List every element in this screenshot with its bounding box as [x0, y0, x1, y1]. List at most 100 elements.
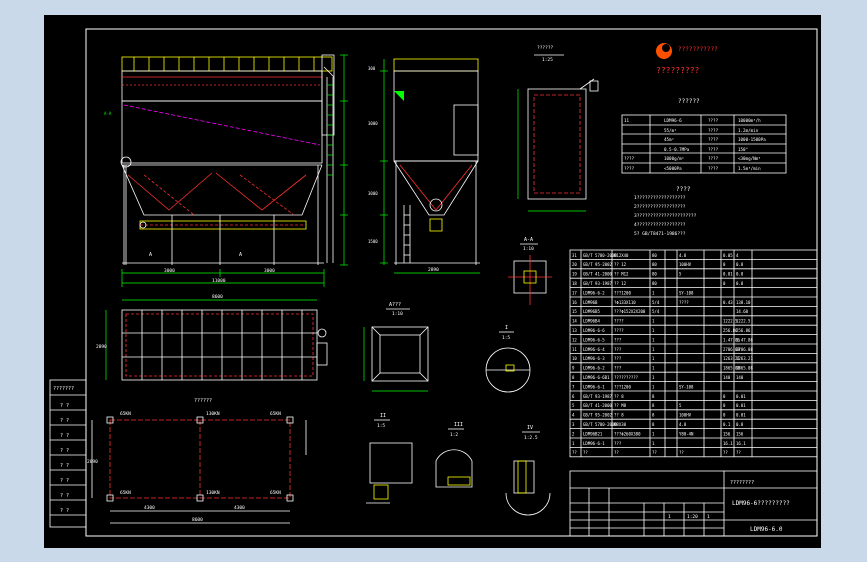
parts-cell: 0.1 [723, 422, 731, 427]
parts-cell: ?? [614, 450, 619, 455]
parts-cell: 20 [572, 262, 577, 267]
dim-total-width: 11000 [212, 278, 226, 284]
parts-cell: 1 [652, 366, 655, 371]
detail-label: A??? [389, 302, 401, 308]
detail-scale: 1:10 [392, 311, 403, 317]
logo-block: ??????????? ????????? [656, 43, 718, 75]
parts-cell: 80 [652, 253, 657, 258]
note-line: 2?????????????????? [634, 204, 686, 210]
parts-cell: ???Φ260X380 [614, 431, 641, 436]
parts-cell: 0.01 [736, 403, 746, 408]
spec-table: ?????? 11 LDM96-6 ???? 10000m³/h 55/m² ?… [621, 98, 787, 174]
dim-height: 3000 [368, 121, 378, 126]
load-dim: 2890 [87, 459, 98, 465]
detail-iv-view: IV 1:2.5 [505, 425, 551, 516]
parts-cell: ??? [614, 356, 622, 361]
parts-cell: ?? 8 [614, 394, 624, 399]
detail-a-view: A??? 1:10 [363, 302, 429, 392]
spec-cell: ???? [708, 166, 719, 171]
parts-list-table: 31 GB/T 5780-2000M12X40 80 4.8 0.05 420 GB/T 9… [569, 249, 818, 458]
detail-top-view: ?????? 1:25 [517, 45, 599, 212]
note-line: 3?????????????????????? [634, 213, 697, 219]
parts-cell: 0.01 [736, 413, 746, 418]
parts-cell: ??? [614, 337, 622, 342]
inner-border [85, 28, 818, 537]
notes-block: ???? 1?????????????????? 2??????????????… [634, 186, 697, 237]
spec-cell: ???? [708, 156, 719, 161]
parts-cell: ?Φ133X110 [614, 300, 636, 305]
parts-cell: 1 [652, 375, 655, 380]
parts-cell: 156 [723, 431, 731, 436]
parts-cell: 0.8 [736, 281, 744, 286]
parts-cell: 8 [652, 422, 655, 427]
parts-cell: SY-108 [679, 290, 694, 295]
parts-cell: 4.8 [679, 253, 687, 258]
parts-cell: LDM96B4 [583, 319, 600, 324]
parts-cell: 4 [736, 253, 739, 258]
parts-cell: LDM96-6-4 [583, 347, 605, 352]
spec-cell: 1000-1500Pa [738, 137, 766, 142]
parts-cell: 16.1 [736, 441, 746, 446]
parts-cell: 19 [572, 272, 577, 277]
parts-cell: 16 [572, 300, 577, 305]
load-plan-view: ?????? 65KN 130KN 65KN 65KN 130KN 65KN 4… [87, 398, 307, 524]
drawing-count: 1 [668, 514, 671, 520]
spec-cell: 10000m³/h [738, 118, 761, 123]
parts-cell: 10 [572, 356, 577, 361]
parts-cell: LDM96B5 [583, 309, 600, 314]
parts-cell: 17 [572, 290, 577, 295]
parts-cell: 156 [736, 431, 744, 436]
parts-cell: 5 [572, 403, 575, 408]
dim-height: 300 [368, 66, 376, 71]
cad-drawing: ??????? ? ? ? ? ? ? ? ? ? ? ? ? ? ? ? ? [49, 28, 818, 537]
parts-cell: ?? [679, 450, 684, 455]
load-value: 65KN [270, 490, 281, 496]
parts-cell: 4 [572, 413, 575, 418]
load-value: 65KN [120, 411, 131, 417]
parts-cell: 80 [652, 281, 657, 286]
plan-depth-dim: 2890 [96, 344, 107, 350]
parts-cell: M8X30 [614, 422, 627, 427]
parts-cell: SY-108 [679, 384, 694, 389]
parts-cell: M12X40 [614, 253, 629, 258]
parts-cell: ?? [572, 450, 577, 455]
parts-cell: ???1200 [614, 290, 631, 295]
parts-cell: 0.01 [736, 394, 746, 399]
detail-label: I [505, 325, 508, 331]
parts-cell: 0.8 [736, 422, 744, 427]
parts-cell: GB/T 95-2002 [583, 262, 612, 267]
note-line: 1?????????????????? [634, 195, 686, 201]
parts-cell: 1 [652, 319, 655, 324]
parts-cell: 0.8 [736, 262, 744, 267]
parts-cell: 1 [652, 441, 655, 446]
margin-label: ? ? [60, 433, 69, 439]
left-margin-stamp: ??????? ? ? ? ? ? ? ? ? ? ? ? ? ? ? ? ? [49, 379, 87, 528]
spec-cell: 55/m² [664, 128, 677, 133]
parts-cell: 1 [652, 431, 655, 436]
parts-cell: 0.43 [723, 300, 733, 305]
parts-cell: 8 [652, 413, 655, 418]
note-line: 5? GB/T8471-1986??? [634, 231, 686, 237]
plan-view: 8600 2890 [96, 294, 328, 381]
parts-cell: 7 [572, 384, 575, 389]
parts-cell: ?? [736, 450, 741, 455]
parts-cell: 15 [572, 309, 577, 314]
parts-cell: GB/T 41-2000 [583, 403, 612, 408]
parts-cell: LDM96B21 [583, 431, 603, 436]
parts-cell: LDM96-6-5 [583, 337, 605, 342]
parts-cell: 1 [652, 290, 655, 295]
parts-cell: 5 [679, 272, 682, 277]
load-value: 65KN [270, 411, 281, 417]
load-value: 130KN [206, 490, 220, 496]
label-a-a: A-A [104, 111, 112, 116]
parts-cell: 11 [572, 347, 577, 352]
dim-side-width: 2890 [428, 267, 439, 273]
load-plan-title: ?????? [194, 398, 212, 404]
parts-cell: 2 [572, 431, 575, 436]
detail-label: II [380, 413, 386, 419]
company-name: ????????? [656, 66, 700, 75]
parts-cell: ???? [614, 319, 624, 324]
parts-cell: LDM96-6-3 [583, 356, 605, 361]
parts-cell: 100HV [679, 413, 692, 418]
front-elevation-view: 3000 3000 11000 A A A-A [104, 54, 348, 287]
